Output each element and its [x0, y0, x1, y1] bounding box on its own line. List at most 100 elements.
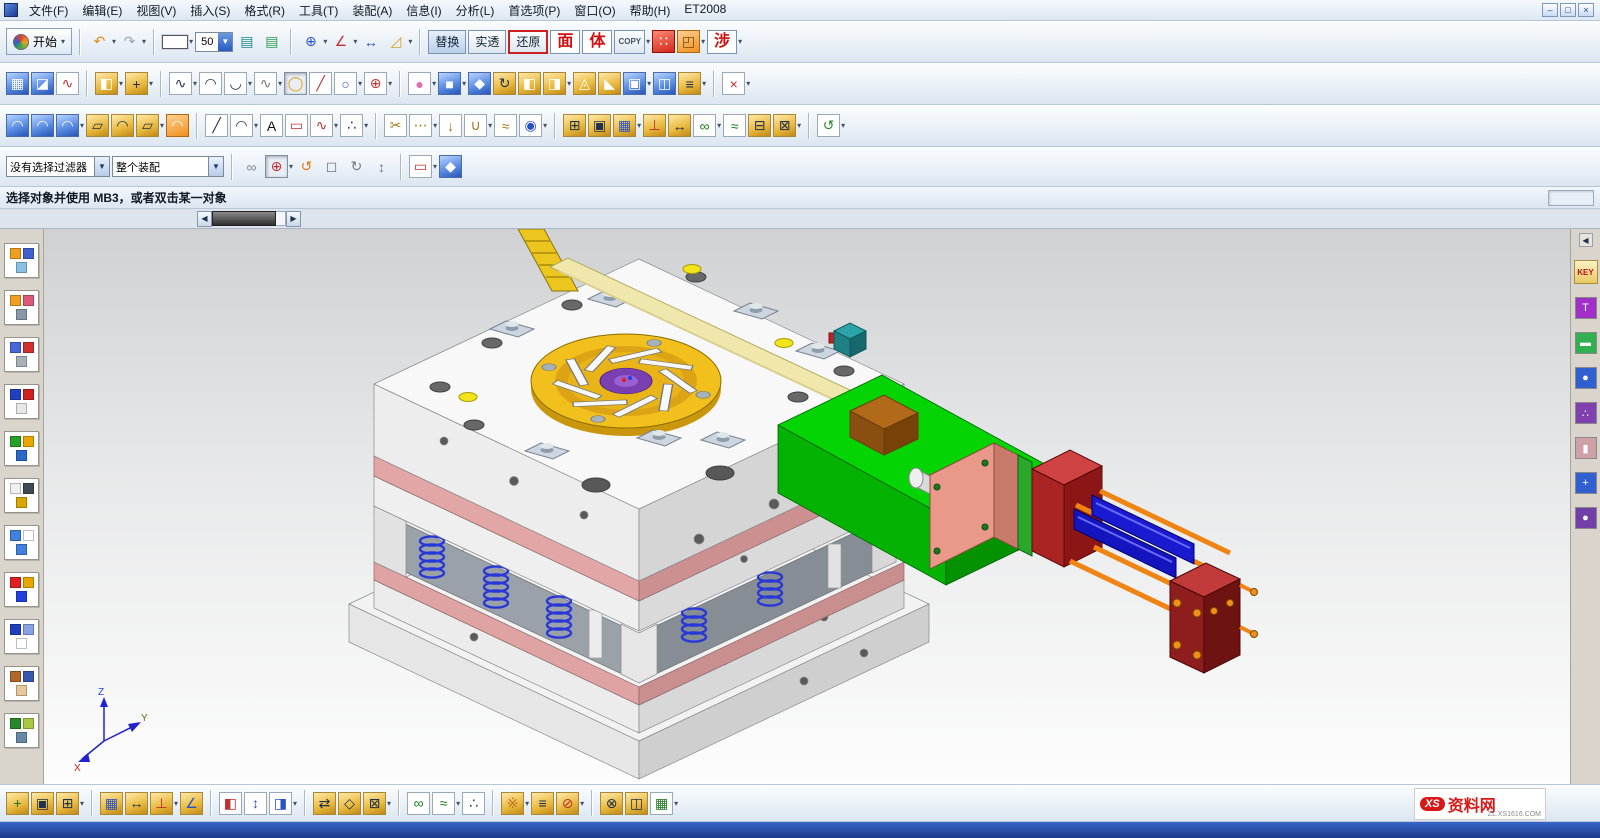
dropdown-arrow[interactable]: ▾	[323, 37, 327, 46]
substitute-icon[interactable]: ⊠▾	[363, 792, 391, 815]
dropdown-arrow[interactable]: ▾	[580, 799, 584, 808]
dropdown-arrow[interactable]: ▾	[174, 799, 178, 808]
sphere-icon[interactable]: ●▾	[408, 72, 436, 95]
undo-icon[interactable]: ↶▾	[88, 30, 116, 53]
menu-preferences[interactable]: 首选项(P)	[501, 1, 567, 20]
shaded-cube-icon[interactable]: ◆	[439, 155, 462, 178]
dropdown-arrow[interactable]: ▾	[746, 79, 750, 88]
menu-edit[interactable]: 编辑(E)	[75, 1, 129, 20]
ruled-surface-icon[interactable]: ◠	[6, 114, 29, 137]
she-button[interactable]: 涉▾	[707, 30, 742, 54]
hammer-tool-icon[interactable]: T	[1575, 297, 1597, 319]
reposition-icon[interactable]: ↔	[668, 114, 691, 137]
dropdown-arrow[interactable]: ▾	[646, 37, 650, 46]
menu-information[interactable]: 信息(I)	[399, 1, 448, 20]
arrangements-icon[interactable]: ◨▾	[269, 792, 297, 815]
menu-et2008[interactable]: ET2008	[677, 1, 733, 20]
menu-window[interactable]: 窗口(O)	[567, 1, 622, 20]
dropdown-arrow[interactable]: ▾	[717, 121, 721, 130]
assembly-constraints-icon[interactable]: ⊥▾	[150, 792, 178, 815]
interpart-modeling-icon[interactable]: ≈	[723, 114, 746, 137]
face-button[interactable]: 面	[550, 30, 580, 54]
work-layer-spinner[interactable]: 50▼	[195, 32, 233, 52]
wave-interpart-icon[interactable]: ≈▾	[432, 792, 460, 815]
start-button[interactable]: 开始▾	[6, 28, 72, 55]
helix-icon[interactable]: ∿▾	[254, 72, 282, 95]
dropdown-arrow[interactable]: ▾	[248, 79, 252, 88]
extrude-icon[interactable]: ◆	[468, 72, 491, 95]
dropdown-arrow[interactable]: ▾	[160, 121, 164, 130]
snap-view-icon[interactable]: ∠▾	[329, 30, 357, 53]
subtract-icon[interactable]: ◨▾	[543, 72, 571, 95]
mirror-assembly-icon[interactable]: ◧	[219, 792, 242, 815]
sketch-icon[interactable]: ◪	[31, 72, 54, 95]
delete-face-icon[interactable]: ×▾	[722, 72, 750, 95]
roles-icon[interactable]	[4, 666, 39, 701]
divide-curve-icon[interactable]: ⋯▾	[409, 114, 437, 137]
text-icon[interactable]: A	[260, 114, 283, 137]
menu-format[interactable]: 格式(R)	[237, 1, 292, 20]
dropdown-arrow[interactable]: ▾	[61, 37, 65, 46]
app-icon[interactable]	[4, 3, 18, 17]
trim-body-icon[interactable]: ◫	[653, 72, 676, 95]
transform-icon[interactable]: ▦	[6, 72, 29, 95]
relations-browser-icon[interactable]: ∴	[462, 792, 485, 815]
copy-mode-button[interactable]: COPY▾	[614, 30, 650, 54]
menu-view[interactable]: 视图(V)	[129, 1, 183, 20]
pattern-component-icon[interactable]: ▦	[100, 792, 123, 815]
dropdown-arrow[interactable]: ▾	[193, 79, 197, 88]
combo-arrow[interactable]: ▼	[208, 157, 223, 176]
edge-blend-icon[interactable]: ◬	[573, 72, 596, 95]
dropdown-arrow[interactable]: ▾	[119, 79, 123, 88]
ring-gear-assembly[interactable]	[531, 334, 721, 436]
new-component-icon[interactable]: ▣	[31, 792, 54, 815]
point-set-icon[interactable]: ∴▾	[340, 114, 368, 137]
profile-arc-icon[interactable]: ◠▾	[230, 114, 258, 137]
offset-surface-icon[interactable]: ▱▾	[136, 114, 164, 137]
dropdown-arrow[interactable]: ▾	[353, 37, 357, 46]
information-window-icon[interactable]	[4, 525, 39, 560]
marquee-select-icon[interactable]: ▭▾	[409, 155, 437, 178]
revolve-icon[interactable]: ↻	[493, 72, 516, 95]
dice-icon[interactable]: ∷	[652, 30, 675, 53]
dropdown-arrow[interactable]: ▾	[525, 799, 529, 808]
link-ring-icon[interactable]: ◯	[284, 72, 307, 95]
snap-point-icon[interactable]: ⊕▾	[265, 155, 293, 178]
dropdown-arrow[interactable]: ▾	[433, 121, 437, 130]
menu-insert[interactable]: 插入(S)	[183, 1, 237, 20]
measure-angle-icon[interactable]: ◿▾	[384, 30, 412, 53]
sketch-navigator-icon[interactable]	[4, 619, 39, 654]
check-clearance-icon[interactable]: ⊗	[600, 792, 623, 815]
dropdown-arrow[interactable]: ▾	[488, 121, 492, 130]
new-parent-icon[interactable]: ⊞▾	[56, 792, 84, 815]
sketch-curve-icon[interactable]: ∿	[56, 72, 79, 95]
chamfer-icon[interactable]: ◣	[598, 72, 621, 95]
conic-icon[interactable]: ◡▾	[224, 72, 252, 95]
wave-geometry-linker-icon[interactable]: ∞▾	[693, 114, 721, 137]
dropdown-arrow[interactable]: ▾	[543, 121, 547, 130]
scroll-left-arrow[interactable]: ◀	[197, 211, 212, 227]
styled-sweep-icon[interactable]: ◠	[166, 114, 189, 137]
wireframe-box-icon[interactable]: ◻	[320, 155, 343, 178]
circle-icon[interactable]: ○▾	[334, 72, 362, 95]
trim-curve-icon[interactable]: ✂	[384, 114, 407, 137]
project-curve-icon[interactable]: ↓	[439, 114, 462, 137]
face-blend-icon[interactable]: ◠	[111, 114, 134, 137]
datum-plane-icon[interactable]: ◧▾	[95, 72, 123, 95]
close-button[interactable]: ×	[1578, 3, 1594, 17]
dropdown-arrow[interactable]: ▾	[433, 162, 437, 171]
constraint-navigator-icon[interactable]	[4, 290, 39, 325]
profile-line-icon[interactable]: ╱	[205, 114, 228, 137]
dependencies-icon[interactable]	[4, 384, 39, 419]
selection-filter-combo[interactable]: 没有选择过滤器▼	[6, 156, 110, 177]
component-pattern-icon[interactable]: ▦▾	[613, 114, 641, 137]
block-icon[interactable]: ■▾	[438, 72, 466, 95]
bounded-plane-icon[interactable]: ▱	[86, 114, 109, 137]
chain-links-icon[interactable]: ∞	[240, 155, 263, 178]
dropdown-arrow[interactable]: ▾	[254, 121, 258, 130]
dropdown-arrow[interactable]: ▾	[674, 799, 678, 808]
dropdown-arrow[interactable]: ▾	[797, 121, 801, 130]
droplet-icon[interactable]: ◉▾	[519, 114, 547, 137]
dropdown-arrow[interactable]: ▾	[388, 79, 392, 88]
dropdown-arrow[interactable]: ▾	[432, 79, 436, 88]
